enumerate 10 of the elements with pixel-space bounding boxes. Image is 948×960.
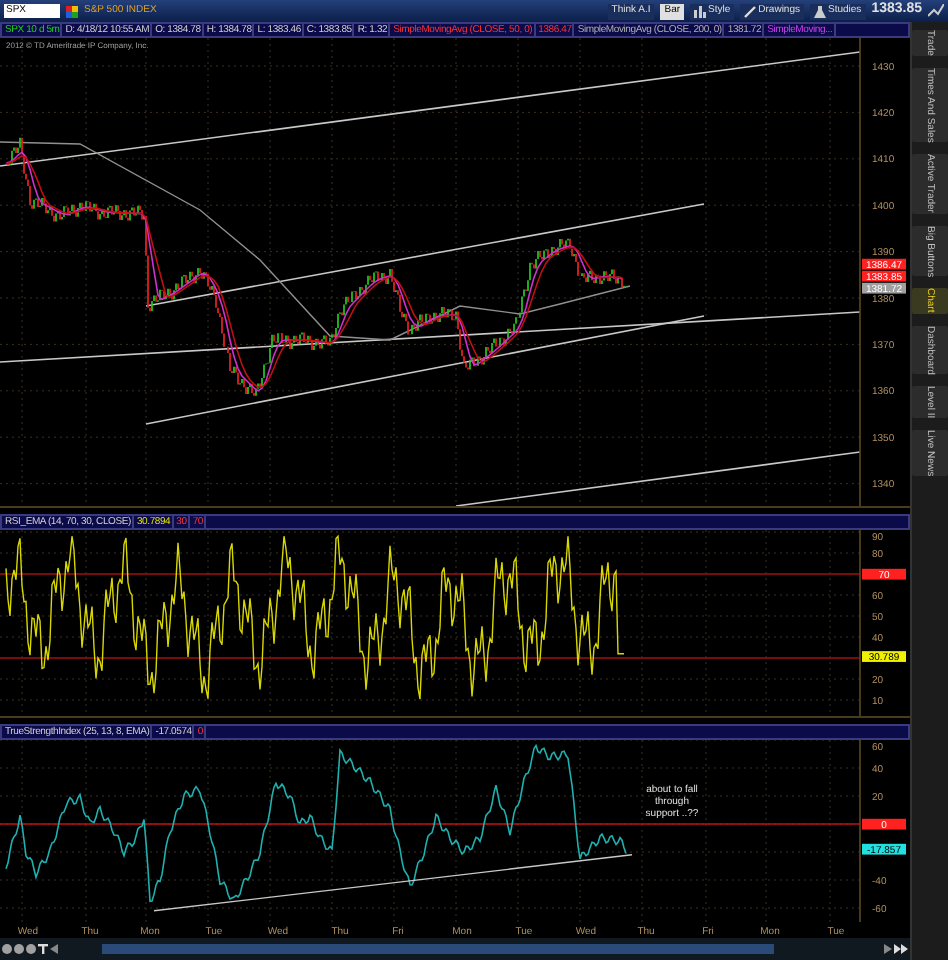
pencil-icon <box>744 5 757 17</box>
bars-icon <box>694 5 707 17</box>
text-tool-icon[interactable] <box>38 944 48 954</box>
scroll-thumb[interactable] <box>102 944 774 954</box>
fast-forward-icon[interactable] <box>894 944 908 954</box>
flask-icon <box>814 5 826 17</box>
right-arrow-icon[interactable] <box>884 944 892 954</box>
chart-icon[interactable] <box>928 4 944 18</box>
left-arrow-icon[interactable] <box>50 944 58 954</box>
flag-icon <box>66 5 78 17</box>
